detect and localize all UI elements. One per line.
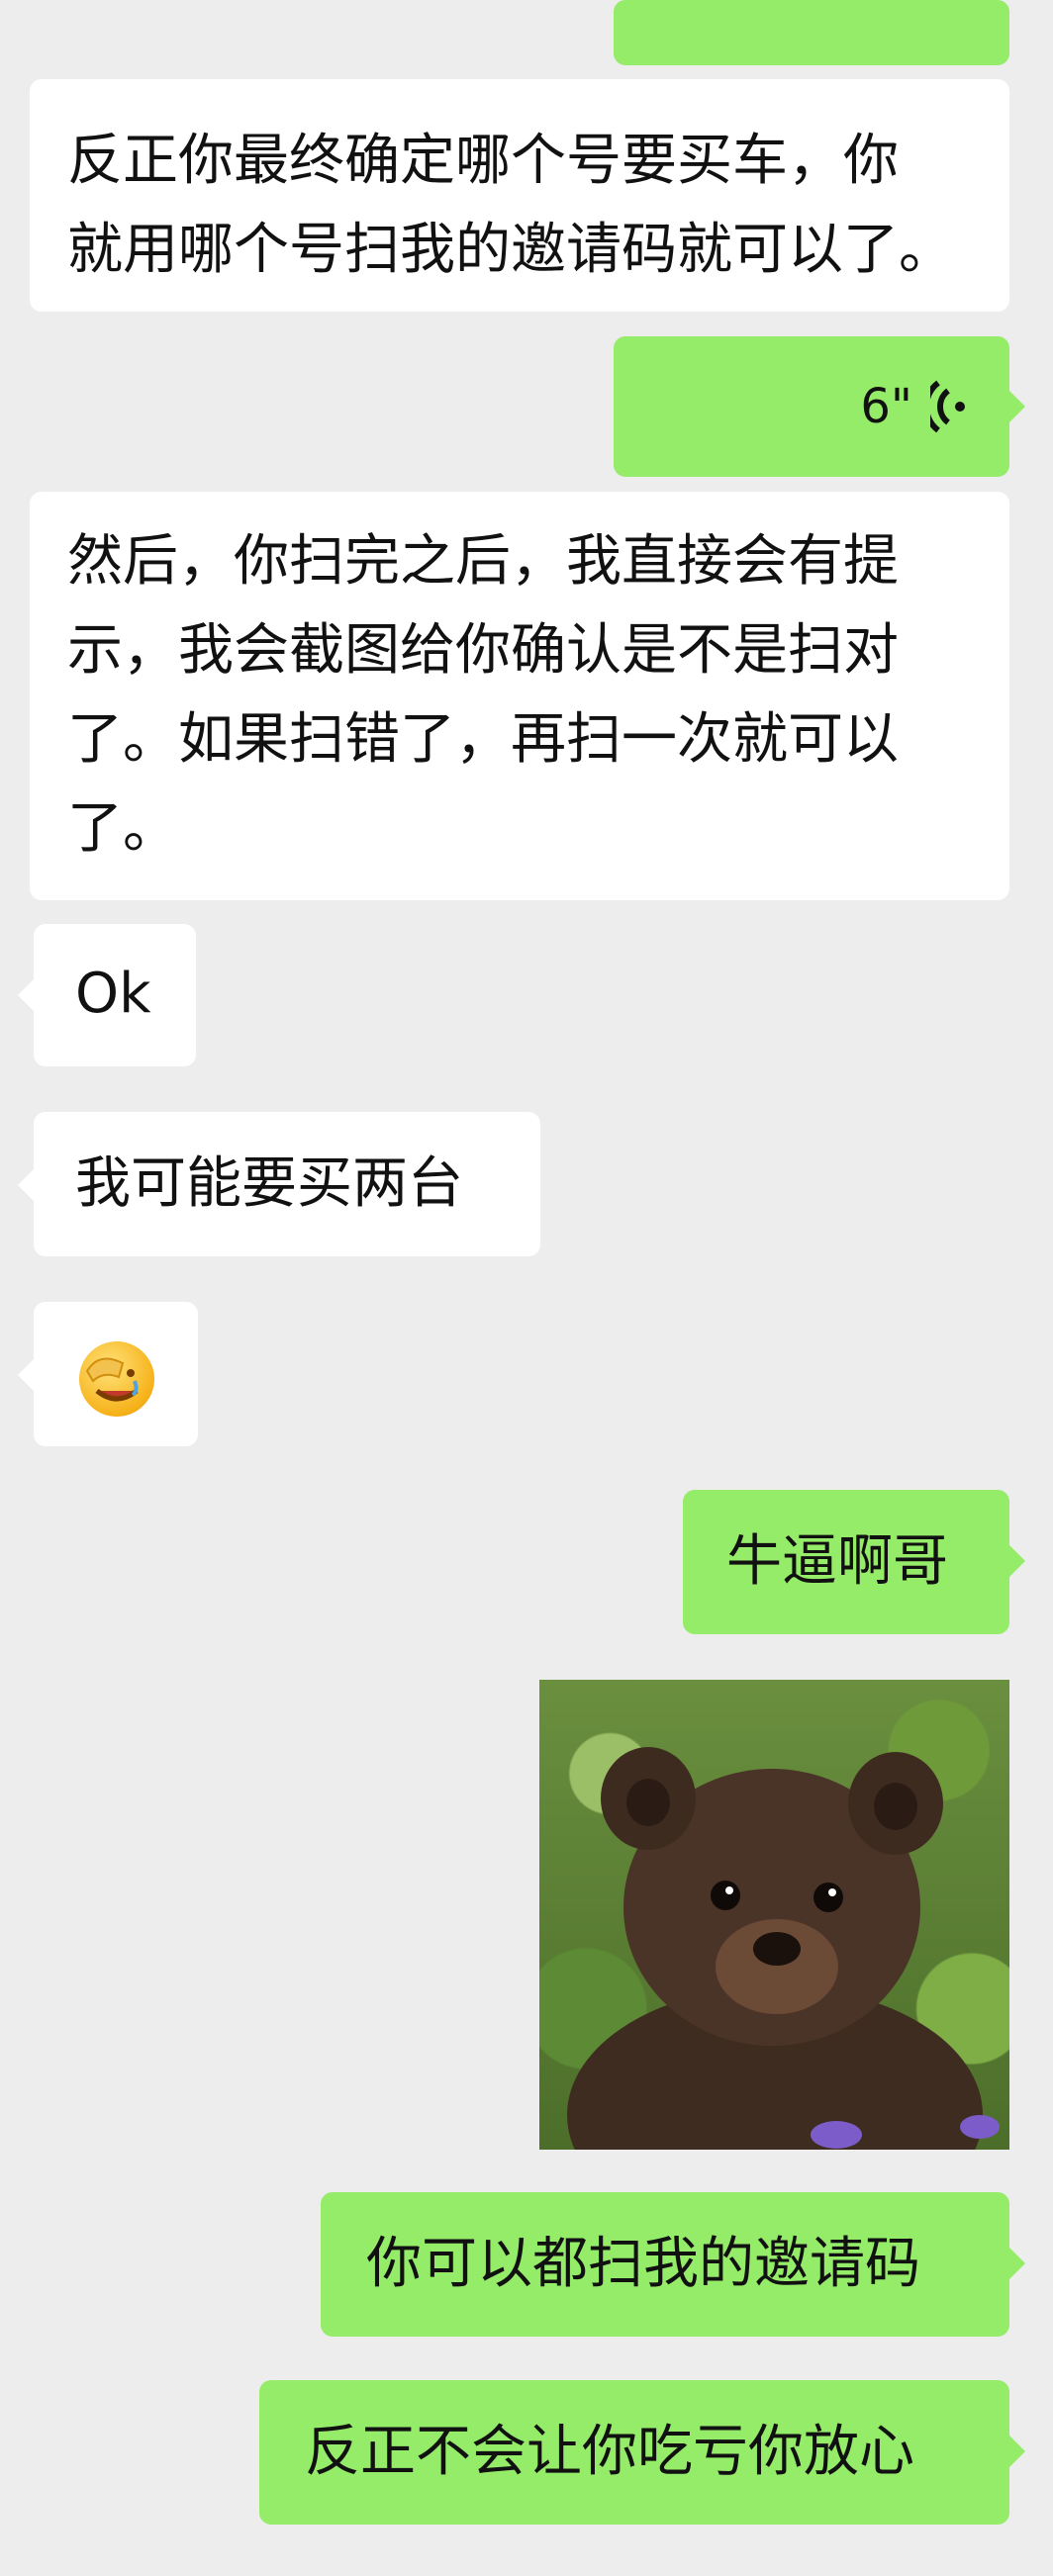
- message-text: 我可能要买两台: [75, 1151, 463, 1216]
- message-text: 反正不会让你吃亏你放心: [305, 2420, 914, 2484]
- bubble-tail: [18, 1169, 34, 1201]
- message-text: 然后，你扫完之后，我直接会有提 示，我会截图给你确认是不是扫对 了。如果扫错了，…: [67, 529, 899, 861]
- facepalm-emoji-glyph: [85, 1357, 139, 1402]
- message-bubble-incoming: 反正你最终确定哪个号要买车，你 就用哪个号扫我的邀请码就可以了。: [30, 79, 1009, 312]
- bubble-tail: [1009, 2248, 1025, 2279]
- bear-cub-photo[interactable]: [539, 1680, 1009, 2150]
- voice-wave-icon: [930, 380, 965, 433]
- message-bubble-incoming: 我可能要买两台: [34, 1112, 540, 1256]
- voice-message-partial[interactable]: [614, 0, 1009, 65]
- message-bubble-incoming: Ok: [34, 924, 196, 1066]
- bubble-tail: [1009, 1545, 1025, 1577]
- message-text: Ok: [75, 962, 151, 1026]
- message-text: 你可以都扫我的邀请码: [366, 2232, 920, 2296]
- message-bubble-outgoing: 牛逼啊哥: [683, 1490, 1009, 1634]
- voice-content: 6": [860, 336, 970, 477]
- facepalm-emoji-icon: [79, 1341, 154, 1417]
- voice-duration: 6": [860, 379, 912, 434]
- voice-message-bubble[interactable]: 6": [614, 336, 1009, 477]
- message-bubble-incoming: 然后，你扫完之后，我直接会有提 示，我会截图给你确认是不是扫对 了。如果扫错了，…: [30, 492, 1009, 900]
- bubble-tail: [1009, 391, 1025, 422]
- message-text: 牛逼啊哥: [726, 1529, 948, 1594]
- bubble-tail: [18, 979, 34, 1011]
- message-bubble-outgoing: 反正不会让你吃亏你放心: [259, 2380, 1009, 2525]
- message-bubble-emoji: [34, 1302, 198, 1446]
- message-bubble-outgoing: 你可以都扫我的邀请码: [321, 2192, 1009, 2337]
- message-text: 反正你最终确定哪个号要买车，你 就用哪个号扫我的邀请码就可以了。: [67, 129, 954, 282]
- bubble-tail: [1009, 2436, 1025, 2467]
- bear-cub-illustration: [567, 1747, 1000, 2150]
- bubble-tail: [18, 1359, 34, 1391]
